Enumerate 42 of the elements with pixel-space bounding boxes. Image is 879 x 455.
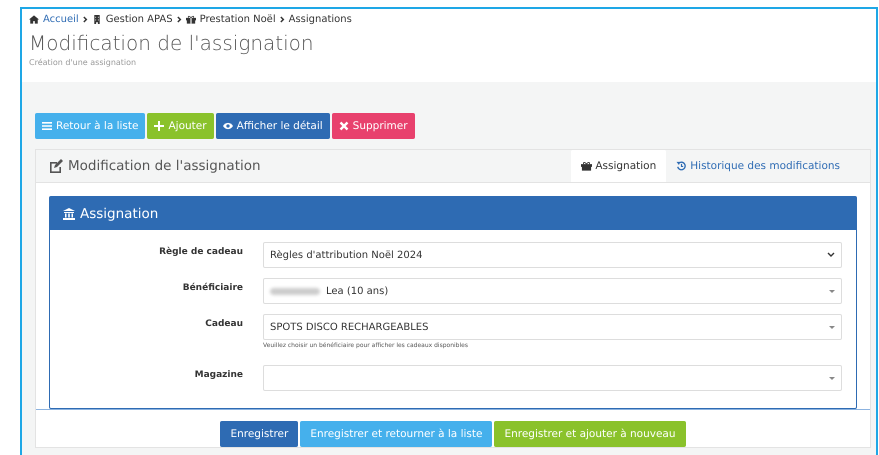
field-label: Règle de cadeau [158,246,243,259]
toolbar-button[interactable]: Afficher le détail [216,113,330,139]
plus-icon [154,121,164,131]
close-icon [338,121,349,131]
field-label: Bénéficiaire [182,282,243,295]
breadcrumb-item: Gestion APAS [106,14,173,25]
chevron-icon [280,16,285,23]
page-subtitle: Création d'une assignation [29,58,138,67]
edit-icon [49,159,63,173]
field-value: Règles d'attribution Noël 2024 [270,250,422,260]
chevron-icon [82,16,88,23]
select-field[interactable]: Lea (10 ans) [263,278,842,304]
breadcrumb-item[interactable]: Accueil [43,14,79,25]
panel-title: Modification de l'assignation [68,158,261,174]
submit-button[interactable]: Enregistrer [220,421,298,447]
breadcrumb-item: Prestation Noël [200,14,276,25]
caret-icon [829,376,835,380]
select-field[interactable]: Règles d'attribution Noël 2024 [263,242,842,268]
gift-icon [581,161,592,171]
bank-icon [63,208,75,220]
field-label: Cadeau [204,318,243,331]
caret-icon [829,326,835,328]
chevron-icon [827,252,835,258]
gift-icon [186,15,196,24]
field-value: Lea (10 ans) [326,286,388,296]
list-icon [42,121,52,131]
form-title: Assignation [80,206,158,222]
breadcrumb-item: Assignations [288,14,352,25]
tab[interactable]: Historique des modifications [666,150,850,182]
caret-icon [829,290,835,292]
chevron-icon [176,16,182,23]
history-icon [676,161,688,171]
field-value: SPOTS DISCO RECHARGEABLES [270,322,428,332]
eye-icon [222,121,233,131]
field-label: Magazine [194,369,243,382]
page-title: Modification de l'assignation [29,31,315,55]
select-field[interactable]: SPOTS DISCO RECHARGEABLES [263,314,842,340]
toolbar-button[interactable]: Supprimer [332,113,415,139]
building-icon [92,15,102,24]
home-icon [29,15,39,24]
select-field[interactable] [263,365,842,391]
tab[interactable]: Assignation [571,150,666,182]
